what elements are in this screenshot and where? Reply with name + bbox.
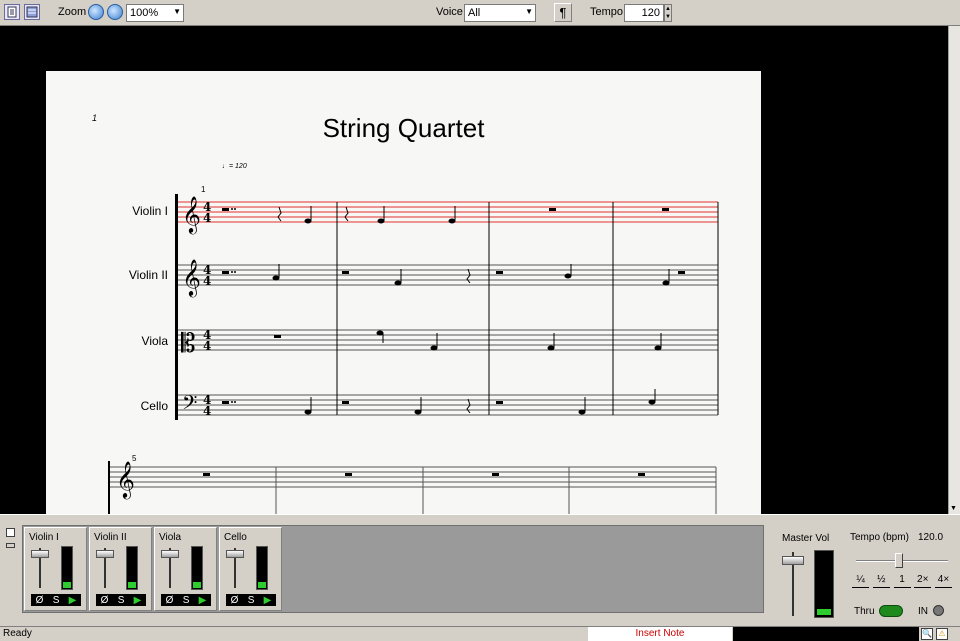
treble-clef-icon: 𝄞 bbox=[182, 258, 201, 297]
speed-buttons: ¼ ½ 1 2× 4× bbox=[852, 574, 952, 588]
thru-toggle[interactable] bbox=[879, 605, 903, 617]
volume-fader[interactable] bbox=[31, 550, 49, 558]
volume-fader[interactable] bbox=[96, 550, 114, 558]
channel-strip-viola: Viola Ø S ▶ bbox=[154, 527, 217, 611]
play-icon[interactable]: ▶ bbox=[264, 595, 272, 606]
voice-select-value: All bbox=[468, 7, 481, 19]
barlines bbox=[336, 202, 719, 415]
volume-fader[interactable] bbox=[161, 550, 179, 558]
tempo-bpm-value: 120.0 bbox=[918, 532, 944, 543]
speed-double-button[interactable]: 2× bbox=[914, 574, 932, 588]
mixer-collapse-icon[interactable] bbox=[6, 543, 15, 548]
score-page[interactable]: 1 String Quartet ♩= 120 1 5 Violin I Vio… bbox=[46, 71, 761, 514]
mute-button[interactable]: Ø bbox=[36, 595, 44, 606]
channel-name: Violin II bbox=[94, 532, 127, 543]
midi-in-label: IN bbox=[918, 606, 928, 617]
level-meter bbox=[61, 546, 73, 590]
edit-mode-indicator: Insert Note bbox=[588, 627, 732, 641]
zoom-in-icon[interactable] bbox=[88, 4, 104, 20]
play-icon[interactable]: ▶ bbox=[134, 595, 142, 606]
mute-button[interactable]: Ø bbox=[231, 595, 239, 606]
status-bar: Ready Insert Note 🔍 ⚠ bbox=[0, 626, 960, 641]
mute-solo-play: Ø S ▶ bbox=[226, 594, 276, 606]
channel-name: Viola bbox=[159, 532, 182, 543]
mute-button[interactable]: Ø bbox=[166, 595, 174, 606]
channel-name: Cello bbox=[224, 532, 247, 543]
master-level-meter bbox=[814, 550, 834, 618]
alto-clef-icon: 𝄡 bbox=[181, 329, 196, 359]
tempo-label: Tempo bbox=[590, 6, 624, 18]
zoom-out-icon[interactable] bbox=[107, 4, 123, 20]
voice-label: Voice bbox=[436, 6, 463, 18]
staff-violin-1 bbox=[178, 201, 718, 223]
zoom-select-value: 100% bbox=[130, 7, 159, 19]
notation-canvas[interactable]: 𝄞 𝄞 𝄡 𝄢 44 44 44 44 𝄞 bbox=[46, 71, 761, 514]
search-icon[interactable]: 🔍 bbox=[921, 628, 933, 640]
warning-icon[interactable]: ⚠ bbox=[936, 628, 948, 640]
svg-text:4: 4 bbox=[203, 404, 211, 418]
page-view-icon[interactable] bbox=[4, 4, 20, 20]
staff-violin-2 bbox=[178, 264, 718, 286]
solo-button[interactable]: S bbox=[248, 595, 255, 606]
level-meter bbox=[191, 546, 203, 590]
channel-strip-violin-2: Violin II Ø S ▶ bbox=[89, 527, 152, 611]
system-bracket bbox=[175, 194, 178, 420]
tempo-bpm-label: Tempo (bpm) bbox=[850, 532, 909, 543]
status-black-panel bbox=[733, 627, 919, 641]
speed-quadruple-button[interactable]: 4× bbox=[935, 574, 952, 588]
solo-button[interactable]: S bbox=[118, 595, 125, 606]
thru-label: Thru bbox=[854, 606, 875, 617]
speed-quarter-button[interactable]: ¼ bbox=[852, 574, 869, 588]
svg-text:4: 4 bbox=[203, 339, 211, 353]
rest bbox=[277, 206, 282, 222]
solo-button[interactable]: S bbox=[183, 595, 190, 606]
staff-system-2 bbox=[110, 466, 717, 514]
mute-solo-play: Ø S ▶ bbox=[161, 594, 211, 606]
midi-in-indicator bbox=[933, 605, 944, 616]
play-icon[interactable]: ▶ bbox=[199, 595, 207, 606]
tempo-spinner[interactable]: ▲ ▼ bbox=[664, 4, 672, 22]
voice-select[interactable]: All ▼ bbox=[464, 4, 536, 22]
scroll-view-icon[interactable] bbox=[24, 4, 40, 20]
tempo-slider[interactable] bbox=[895, 553, 903, 568]
toolbar: Zoom 100% ▼ Voice All ▼ ¶ Tempo 120 ▲ ▼ bbox=[0, 0, 960, 26]
speed-normal-button[interactable]: 1 bbox=[893, 574, 911, 588]
level-meter bbox=[126, 546, 138, 590]
treble-clef-icon: 𝄞 bbox=[182, 195, 201, 234]
bass-clef-icon: 𝄢 bbox=[182, 391, 197, 419]
speed-half-button[interactable]: ½ bbox=[872, 574, 890, 588]
vertical-scrollbar[interactable]: ▼ bbox=[948, 26, 960, 514]
mute-solo-play: Ø S ▶ bbox=[96, 594, 146, 606]
zoom-label: Zoom bbox=[58, 6, 87, 18]
mute-solo-play: Ø S ▶ bbox=[31, 594, 81, 606]
tempo-input[interactable]: 120 bbox=[624, 4, 664, 22]
chevron-down-icon: ▼ bbox=[173, 7, 181, 16]
scroll-down-icon[interactable]: ▼ bbox=[950, 505, 957, 512]
chevron-down-icon: ▼ bbox=[525, 7, 533, 16]
show-marks-button[interactable]: ¶ bbox=[554, 3, 572, 22]
channel-strip-violin-1: Violin I Ø S ▶ bbox=[24, 527, 87, 611]
mute-button[interactable]: Ø bbox=[101, 595, 109, 606]
zoom-select[interactable]: 100% ▼ bbox=[126, 4, 184, 22]
time-signatures: 44 44 44 44 bbox=[203, 200, 211, 418]
staff-viola bbox=[178, 329, 718, 351]
treble-clef-icon: 𝄞 bbox=[116, 460, 135, 499]
level-meter bbox=[256, 546, 268, 590]
status-text: Ready bbox=[3, 628, 32, 639]
channel-strip-cello: Cello Ø S ▶ bbox=[219, 527, 282, 611]
solo-button[interactable]: S bbox=[53, 595, 60, 606]
master-volume-fader[interactable] bbox=[782, 556, 804, 565]
mixer-toggle-checkbox[interactable] bbox=[6, 528, 15, 537]
play-icon[interactable]: ▶ bbox=[69, 595, 77, 606]
volume-fader[interactable] bbox=[226, 550, 244, 558]
svg-text:4: 4 bbox=[203, 211, 211, 225]
staff-cello bbox=[178, 394, 718, 416]
master-volume-label: Master Vol bbox=[782, 533, 830, 544]
svg-text:4: 4 bbox=[203, 274, 211, 288]
notes bbox=[222, 206, 685, 415]
channel-name: Violin I bbox=[29, 532, 59, 543]
